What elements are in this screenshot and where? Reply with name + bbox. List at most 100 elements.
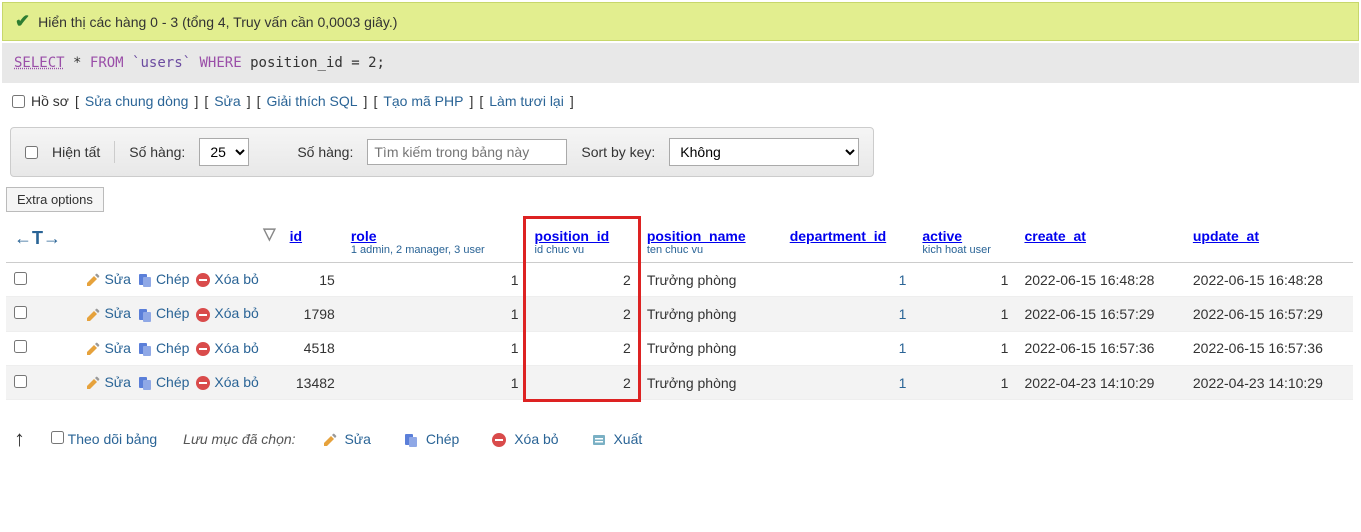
row-edit-link[interactable]: Sửa	[104, 340, 131, 356]
table-row: SửaChépXóa bỏ179812Trưởng phòng112022-06…	[6, 297, 1353, 331]
cell-position-id: 2	[527, 263, 639, 297]
rows-count-select[interactable]: 25	[199, 138, 249, 166]
cell-position-id: 2	[527, 297, 639, 331]
cell-role: 1	[343, 365, 527, 399]
row-delete-link[interactable]: Xóa bỏ	[214, 305, 258, 321]
row-copy-link[interactable]: Chép	[156, 374, 189, 390]
cell-department-id: 1	[782, 263, 915, 297]
sql-star: *	[73, 55, 81, 71]
col-header-update-at[interactable]: update_at	[1193, 228, 1259, 244]
col-header-active[interactable]: active	[922, 228, 962, 244]
cell-active: 1	[914, 331, 1016, 365]
row-actions-toggle[interactable]: ←T→	[14, 228, 69, 249]
cell-active: 1	[914, 263, 1016, 297]
show-all-label: Hiện tất	[52, 144, 100, 160]
row-copy-link[interactable]: Chép	[156, 271, 189, 287]
row-copy-link[interactable]: Chép	[156, 340, 189, 356]
footer-export-link[interactable]: Xuất	[613, 431, 642, 447]
php-code-link[interactable]: Tạo mã PHP	[383, 93, 463, 109]
department-link[interactable]: 1	[899, 375, 907, 391]
copy-icon	[137, 375, 153, 391]
cell-update-at: 2022-04-23 14:10:29	[1185, 365, 1354, 399]
pencil-icon	[85, 307, 101, 323]
success-message-bar: ✔ Hiển thị các hàng 0 - 3 (tổng 4, Truy …	[2, 2, 1359, 41]
table-search-input[interactable]	[367, 139, 567, 165]
sql-keyword-select: SELECT	[14, 55, 65, 71]
department-link[interactable]: 1	[899, 306, 907, 322]
col-subhead-position-name: ten chuc vu	[647, 244, 774, 256]
cell-position-name: Trưởng phòng	[639, 331, 782, 365]
search-label: Số hàng:	[297, 144, 353, 160]
sort-indicator-icon[interactable]: ▽	[263, 224, 275, 244]
rows-count-label: Số hàng:	[129, 144, 185, 160]
col-header-department-id[interactable]: department_id	[790, 228, 886, 244]
extra-options-button[interactable]: Extra options	[6, 187, 104, 212]
edit-inline-link[interactable]: Sửa chung dòng	[85, 93, 189, 109]
col-subhead-role: 1 admin, 2 manager, 3 user	[351, 244, 519, 256]
show-all-checkbox[interactable]	[25, 146, 38, 159]
pencil-icon	[85, 375, 101, 391]
footer-copy-link[interactable]: Chép	[426, 431, 459, 447]
department-link[interactable]: 1	[899, 340, 907, 356]
row-select-checkbox[interactable]	[14, 375, 27, 388]
cell-update-at: 2022-06-15 16:48:28	[1185, 263, 1354, 297]
pencil-icon	[85, 341, 101, 357]
row-select-checkbox[interactable]	[14, 272, 27, 285]
edit-link[interactable]: Sửa	[214, 93, 241, 109]
department-link[interactable]: 1	[899, 272, 907, 288]
delete-icon	[195, 341, 211, 357]
divider	[114, 141, 115, 163]
sort-by-key-select[interactable]: Không	[669, 138, 859, 166]
footer-edit-link[interactable]: Sửa	[344, 431, 371, 447]
delete-icon	[195, 307, 211, 323]
cell-id: 13482	[282, 365, 343, 399]
explain-sql-link[interactable]: Giải thích SQL	[267, 93, 358, 109]
track-table-checkbox[interactable]	[51, 431, 64, 444]
cell-id: 15	[282, 263, 343, 297]
profile-checkbox[interactable]	[12, 95, 25, 108]
refresh-link[interactable]: Làm tươi lại	[489, 93, 564, 109]
col-subhead-active: kich hoat user	[922, 244, 1008, 256]
sql-query-display: SELECT * FROM `users` WHERE position_id …	[2, 43, 1359, 83]
with-selected-label: Lưu mục đã chọn:	[183, 431, 295, 447]
row-edit-link[interactable]: Sửa	[104, 305, 131, 321]
cell-active: 1	[914, 297, 1016, 331]
footer-delete-link[interactable]: Xóa bỏ	[514, 431, 558, 447]
table-row: SửaChépXóa bỏ451812Trưởng phòng112022-06…	[6, 331, 1353, 365]
cell-id: 4518	[282, 331, 343, 365]
copy-icon	[403, 432, 419, 448]
cell-create-at: 2022-06-15 16:57:36	[1016, 331, 1184, 365]
row-delete-link[interactable]: Xóa bỏ	[214, 374, 258, 390]
pencil-icon	[85, 272, 101, 288]
cell-department-id: 1	[782, 365, 915, 399]
row-edit-link[interactable]: Sửa	[104, 271, 131, 287]
row-delete-link[interactable]: Xóa bỏ	[214, 340, 258, 356]
row-copy-link[interactable]: Chép	[156, 305, 189, 321]
row-select-checkbox[interactable]	[14, 340, 27, 353]
cell-create-at: 2022-06-15 16:57:29	[1016, 297, 1184, 331]
delete-icon	[195, 375, 211, 391]
cell-position-name: Trưởng phòng	[639, 263, 782, 297]
col-header-position-name[interactable]: position_name	[647, 228, 746, 244]
export-icon	[591, 432, 607, 448]
table-row: SửaChépXóa bỏ1348212Trưởng phòng112022-0…	[6, 365, 1353, 399]
row-select-checkbox[interactable]	[14, 306, 27, 319]
col-header-id[interactable]: id	[290, 228, 302, 244]
row-edit-link[interactable]: Sửa	[104, 374, 131, 390]
query-actions-bar: Hồ sơ [Sửa chung dòng] [Sửa] [Giải thích…	[0, 85, 1361, 117]
up-arrow-icon[interactable]: ↑	[14, 426, 25, 452]
cell-department-id: 1	[782, 297, 915, 331]
cell-update-at: 2022-06-15 16:57:29	[1185, 297, 1354, 331]
col-header-position-id[interactable]: position_id	[535, 228, 610, 244]
sql-keyword-where: WHERE	[200, 55, 242, 71]
col-header-create-at[interactable]: create_at	[1024, 228, 1086, 244]
cell-active: 1	[914, 365, 1016, 399]
row-delete-link[interactable]: Xóa bỏ	[214, 271, 258, 287]
cell-department-id: 1	[782, 331, 915, 365]
footer-actions: ↑ Theo dõi bảng Lưu mục đã chọn: Sửa Ché…	[0, 420, 1361, 458]
col-header-role[interactable]: role	[351, 228, 377, 244]
track-table-link[interactable]: Theo dõi bảng	[68, 431, 158, 447]
copy-icon	[137, 307, 153, 323]
copy-icon	[137, 341, 153, 357]
cell-position-name: Trưởng phòng	[639, 365, 782, 399]
